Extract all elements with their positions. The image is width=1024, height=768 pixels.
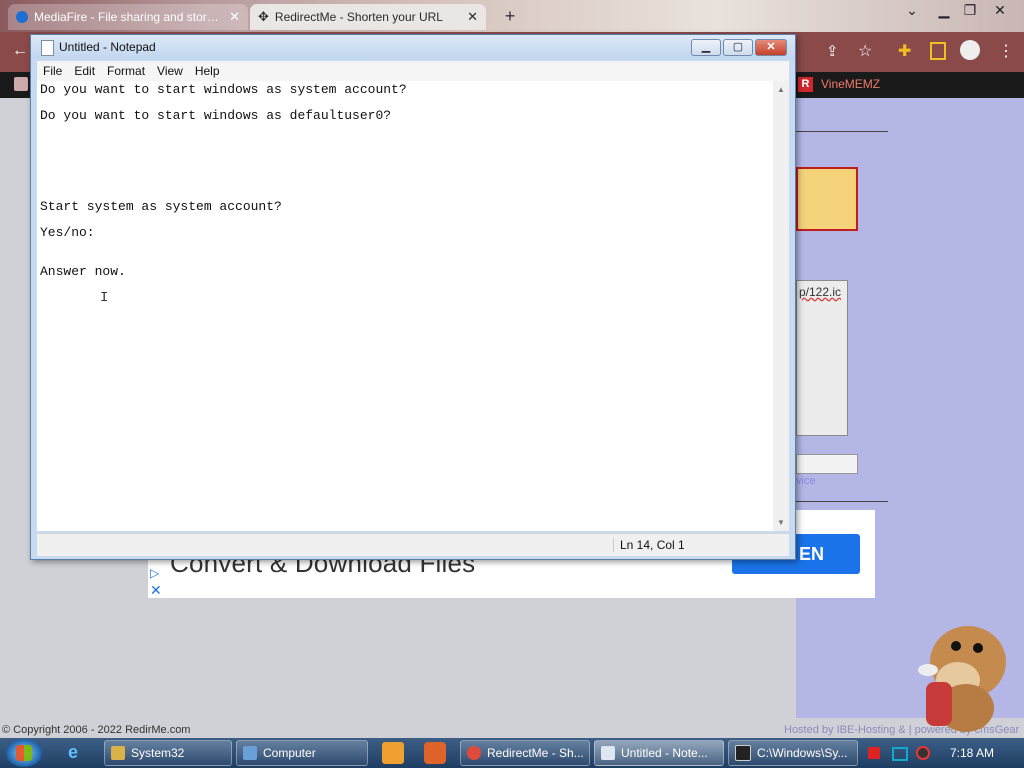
text-editor[interactable]: Do you want to start windows as system a… [37, 81, 773, 531]
taskbar-item-chrome[interactable]: RedirectMe - Sh... [460, 740, 590, 766]
sidebar-icon[interactable] [930, 42, 946, 60]
editor-content: Do you want to start windows as system a… [40, 82, 407, 279]
console-icon [735, 745, 751, 761]
folder-icon [111, 746, 125, 760]
maximize-button[interactable]: ▢ [723, 39, 753, 56]
computer-icon [243, 746, 257, 760]
status-bar: Ln 14, Col 1 [37, 533, 789, 556]
tab-title: MediaFire - File sharing and storage [34, 10, 224, 24]
service-link[interactable]: vice [796, 475, 816, 487]
share-icon[interactable]: ⇪ [826, 42, 839, 60]
profile-icon[interactable] [960, 40, 980, 60]
ad-play-icon: ▷ [150, 566, 160, 580]
star-icon[interactable]: ☆ [858, 41, 872, 61]
notice-box [796, 167, 858, 231]
notepad-titlebar[interactable]: Untitled - Notepad ▁ ▢ ✕ [31, 35, 795, 59]
bookmark-vinememz[interactable]: VineMEMZ [821, 77, 880, 91]
tab-title: RedirectMe - Shorten your URL [274, 10, 443, 24]
windows-logo-icon [16, 745, 32, 761]
taskbar-item-cmd[interactable]: C:\Windows\Sy... [728, 740, 858, 766]
notepad-icon [601, 746, 615, 760]
taskbar-item-system32[interactable]: System32 [104, 740, 232, 766]
window-title: Untitled - Notepad [59, 40, 156, 54]
url-textarea[interactable]: p/122.ic [796, 280, 848, 436]
divider [796, 131, 888, 132]
tray-app-icon[interactable] [916, 746, 930, 760]
menu-file[interactable]: File [37, 64, 68, 78]
scroll-down-icon[interactable]: ▼ [777, 518, 785, 527]
clock[interactable]: 7:18 AM [950, 746, 994, 760]
tab-redirectme[interactable]: ✥ RedirectMe - Shorten your URL ✕ [250, 4, 486, 30]
cursor-position: Ln 14, Col 1 [613, 538, 685, 552]
ad-close-icon[interactable]: ✕ [150, 582, 162, 599]
vertical-scrollbar[interactable]: ▲ ▼ [773, 81, 789, 531]
divider [796, 501, 888, 502]
taskbar-item-computer[interactable]: Computer [236, 740, 368, 766]
minimize-button[interactable]: ▁ [691, 39, 721, 56]
close-button[interactable]: ✕ [755, 39, 787, 56]
scroll-up-icon[interactable]: ▲ [777, 85, 785, 94]
menu-bar: File Edit Format View Help [37, 61, 789, 81]
bookmark-folder-icon[interactable] [14, 77, 28, 91]
new-tab-button[interactable]: + [500, 6, 520, 26]
tab-strip: MediaFire - File sharing and storage ✕ ✥… [0, 0, 1024, 32]
menu-edit[interactable]: Edit [68, 64, 101, 78]
menu-help[interactable]: Help [189, 64, 226, 78]
ie-icon[interactable]: e [68, 742, 90, 764]
network-icon[interactable] [892, 747, 908, 761]
hamster-icon [918, 626, 1006, 732]
back-icon[interactable]: ← [12, 42, 28, 60]
extensions-icon[interactable]: ✚ [898, 41, 911, 61]
media-player-icon[interactable] [382, 742, 404, 764]
notepad-icon [41, 40, 54, 56]
move-icon: ✥ [258, 9, 269, 24]
mediafire-icon [16, 11, 28, 23]
taskbar-item-notepad[interactable]: Untitled - Note... [594, 740, 724, 766]
vinememz-icon: R [798, 77, 813, 92]
close-icon[interactable]: ✕ [984, 0, 1016, 20]
start-button[interactable] [6, 739, 42, 767]
text-cursor-icon: I [100, 290, 109, 306]
flag-icon[interactable] [868, 747, 880, 759]
notepad-window: Untitled - Notepad ▁ ▢ ✕ File Edit Forma… [30, 34, 796, 560]
chrome-icon [467, 746, 481, 760]
system-tray [860, 739, 1024, 767]
menu-icon[interactable]: ⋮ [998, 41, 1014, 61]
menu-view[interactable]: View [151, 64, 189, 78]
alias-input[interactable] [796, 454, 858, 474]
footer-copyright: © Copyright 2006 - 2022 RedirMe.com [2, 724, 191, 736]
close-icon[interactable]: ✕ [229, 9, 240, 25]
tab-mediafire[interactable]: MediaFire - File sharing and storage ✕ [8, 4, 248, 30]
restore-icon[interactable]: ❐ [954, 0, 986, 20]
menu-format[interactable]: Format [101, 64, 151, 78]
close-icon[interactable]: ✕ [467, 9, 478, 25]
tab-search-icon[interactable]: ⌄ [896, 0, 928, 20]
app-icon[interactable] [424, 742, 446, 764]
